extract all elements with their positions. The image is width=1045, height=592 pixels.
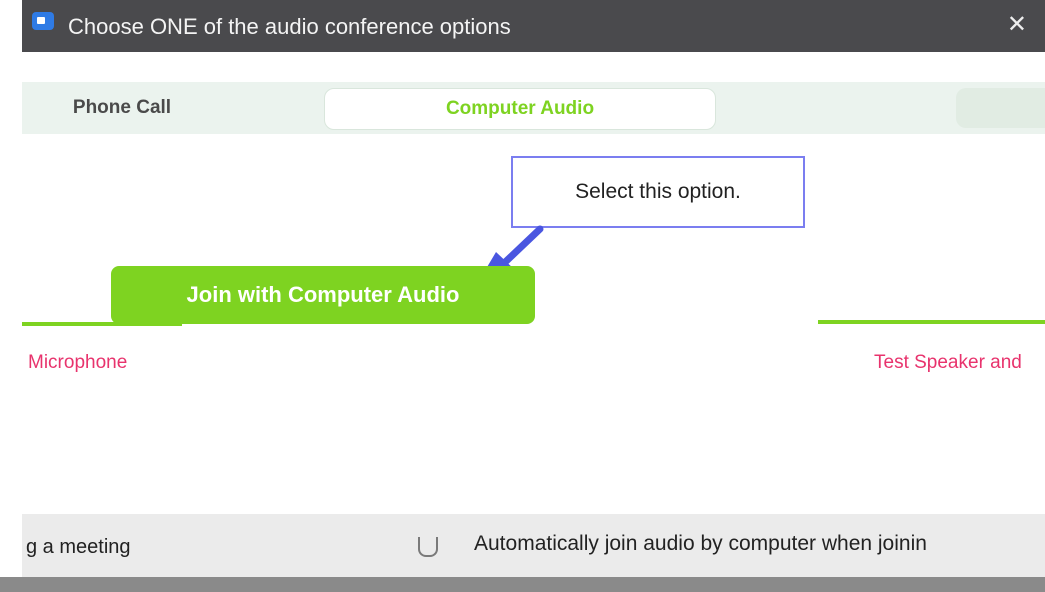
auto-join-checkbox[interactable] (418, 537, 438, 557)
tab-third[interactable] (956, 88, 1045, 128)
close-icon[interactable]: ✕ (1007, 10, 1027, 39)
test-speaker-link[interactable]: Test Speaker and (874, 352, 1022, 374)
test-microphone-link[interactable]: Microphone (28, 352, 127, 374)
tab-computer-audio[interactable]: Computer Audio (324, 88, 716, 130)
divider-right (818, 320, 1045, 324)
camera-icon (32, 12, 54, 30)
auto-join-label[interactable]: Automatically join audio by computer whe… (474, 532, 927, 556)
title-bar: Choose ONE of the audio conference optio… (22, 0, 1045, 52)
join-computer-audio-button[interactable]: Join with Computer Audio (111, 266, 535, 324)
tab-phone-call[interactable]: Phone Call (22, 88, 222, 128)
tab-bar: Phone Call Computer Audio (22, 82, 1045, 134)
audio-dialog: Phone Call Computer Audio Select this op… (22, 52, 1045, 577)
left-edge (0, 0, 22, 592)
window-title: Choose ONE of the audio conference optio… (68, 14, 511, 39)
footer-bar: g a meeting Automatically join audio by … (22, 514, 1045, 577)
bottom-bar (0, 577, 1045, 592)
footer-left-text: g a meeting (26, 536, 131, 558)
